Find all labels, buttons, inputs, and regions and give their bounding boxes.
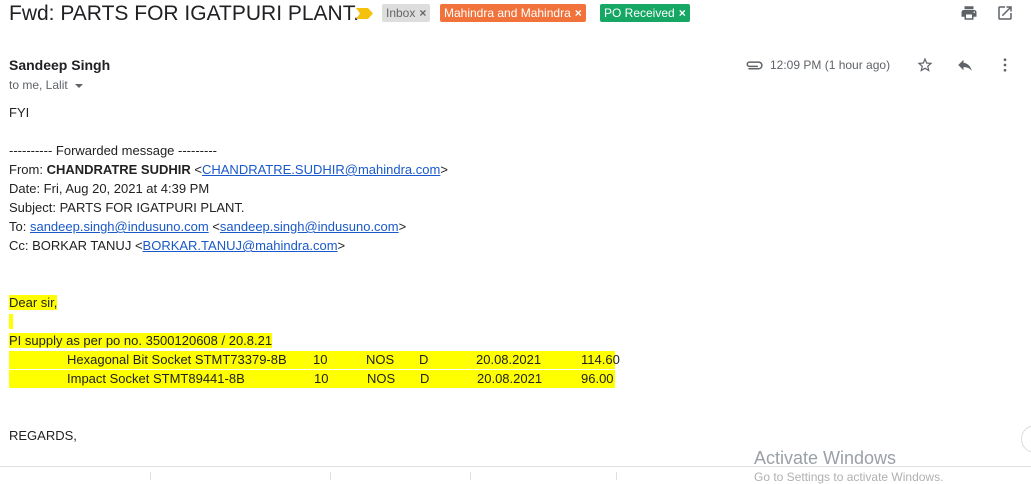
more-options-button[interactable]: [995, 56, 1015, 74]
email-timestamp: 12:09 PM (1 hour ago): [770, 58, 891, 72]
label-mahindra[interactable]: Mahindra and Mahindra ×: [440, 4, 586, 22]
chevron-down-icon: [74, 84, 83, 88]
open-in-new-window-button[interactable]: [995, 4, 1015, 22]
to-email-link[interactable]: sandeep.singh@indusuno.com: [30, 219, 209, 234]
label-inbox-text: Inbox: [386, 6, 416, 20]
recipients-toggle[interactable]: to me, Lalit: [9, 78, 83, 92]
greeting-text: Dear sir,: [9, 295, 58, 310]
cc-label: Cc: BORKAR TANUJ: [9, 238, 135, 253]
item-unit: NOS: [366, 352, 395, 367]
remove-label-mahindra-button[interactable]: ×: [575, 4, 582, 22]
item-date: 20.08.2021: [477, 371, 543, 386]
item-code: D: [420, 371, 430, 386]
body-fyi: FYI: [9, 105, 30, 120]
remove-label-inbox-button[interactable]: ×: [419, 4, 426, 22]
forward-from-line: From: CHANDRATRE SUDHIR <CHANDRATRE.SUDH…: [9, 162, 448, 177]
to-label: To:: [9, 219, 30, 234]
item-code: D: [419, 352, 429, 367]
star-icon: [917, 57, 933, 72]
item-amount: 96.00: [581, 371, 614, 386]
reply-icon: [958, 59, 972, 71]
item-qty: 10: [313, 352, 328, 367]
recipients-text: to me, Lalit: [9, 78, 68, 92]
from-name: CHANDRATRE SUDHIR: [46, 162, 191, 177]
from-label: From:: [9, 162, 47, 177]
print-button[interactable]: [959, 4, 979, 22]
label-po-received[interactable]: PO Received ×: [600, 4, 690, 22]
po-line-text: PI supply as per po no. 3500120608 / 20.…: [9, 333, 273, 348]
table-row: Hexagonal Bit Socket STMT73379-8B 10 NOS…: [9, 351, 620, 369]
star-button[interactable]: [915, 56, 935, 74]
divider-tick: [616, 472, 617, 480]
item-qty: 10: [314, 371, 329, 386]
print-icon: [961, 6, 977, 20]
from-email-link[interactable]: CHANDRATRE.SUDHIR@mahindra.com: [202, 162, 440, 177]
item-desc: Hexagonal Bit Socket STMT73379-8B: [67, 352, 287, 367]
forward-date-line: Date: Fri, Aug 20, 2021 at 4:39 PM: [9, 181, 210, 196]
activate-windows-title: Activate Windows: [754, 448, 897, 468]
paperclip-icon: [746, 61, 763, 70]
po-line: PI supply as per po no. 3500120608 / 20.…: [9, 333, 273, 348]
important-marker-icon[interactable]: [356, 8, 373, 19]
divider-tick: [330, 472, 331, 480]
reply-button[interactable]: [955, 56, 975, 74]
divider-tick: [150, 472, 151, 480]
remove-label-po-button[interactable]: ×: [679, 4, 686, 22]
label-inbox[interactable]: Inbox ×: [382, 4, 431, 22]
forward-to-line: To: sandeep.singh@indusuno.com <sandeep.…: [9, 219, 407, 234]
highlight-blank-line: [9, 314, 13, 329]
item-date: 20.08.2021: [476, 352, 542, 367]
open-in-new-window-icon: [998, 6, 1012, 20]
email-subject: Fwd: PARTS FOR IGATPURI PLANT.: [9, 2, 360, 25]
item-amount: 114.60: [581, 352, 620, 367]
divider-tick: [470, 472, 471, 480]
item-desc: Impact Socket STMT89441-8B: [67, 371, 245, 386]
item-unit: NOS: [367, 371, 396, 386]
more-vert-icon: [1003, 58, 1007, 72]
forward-cc-line: Cc: BORKAR TANUJ <BORKAR.TANUJ@mahindra.…: [9, 238, 346, 253]
label-po-received-text: PO Received: [604, 6, 675, 20]
activate-windows-subtitle: Go to Settings to activate Windows.: [754, 470, 944, 484]
to-email-link-2[interactable]: sandeep.singh@indusuno.com: [220, 219, 399, 234]
side-panel-toggle[interactable]: [1021, 425, 1031, 453]
cc-email-link[interactable]: BORKAR.TANUJ@mahindra.com: [143, 238, 338, 253]
forward-header: ---------- Forwarded message ---------: [9, 143, 217, 158]
sender-name[interactable]: Sandeep Singh: [9, 57, 110, 73]
forward-subject-line: Subject: PARTS FOR IGATPURI PLANT.: [9, 200, 245, 215]
regards: REGARDS,: [9, 428, 77, 443]
label-mahindra-text: Mahindra and Mahindra: [444, 6, 571, 20]
table-row: Impact Socket STMT89441-8B 10 NOS D 20.0…: [9, 370, 615, 388]
greeting: Dear sir,: [9, 295, 58, 310]
